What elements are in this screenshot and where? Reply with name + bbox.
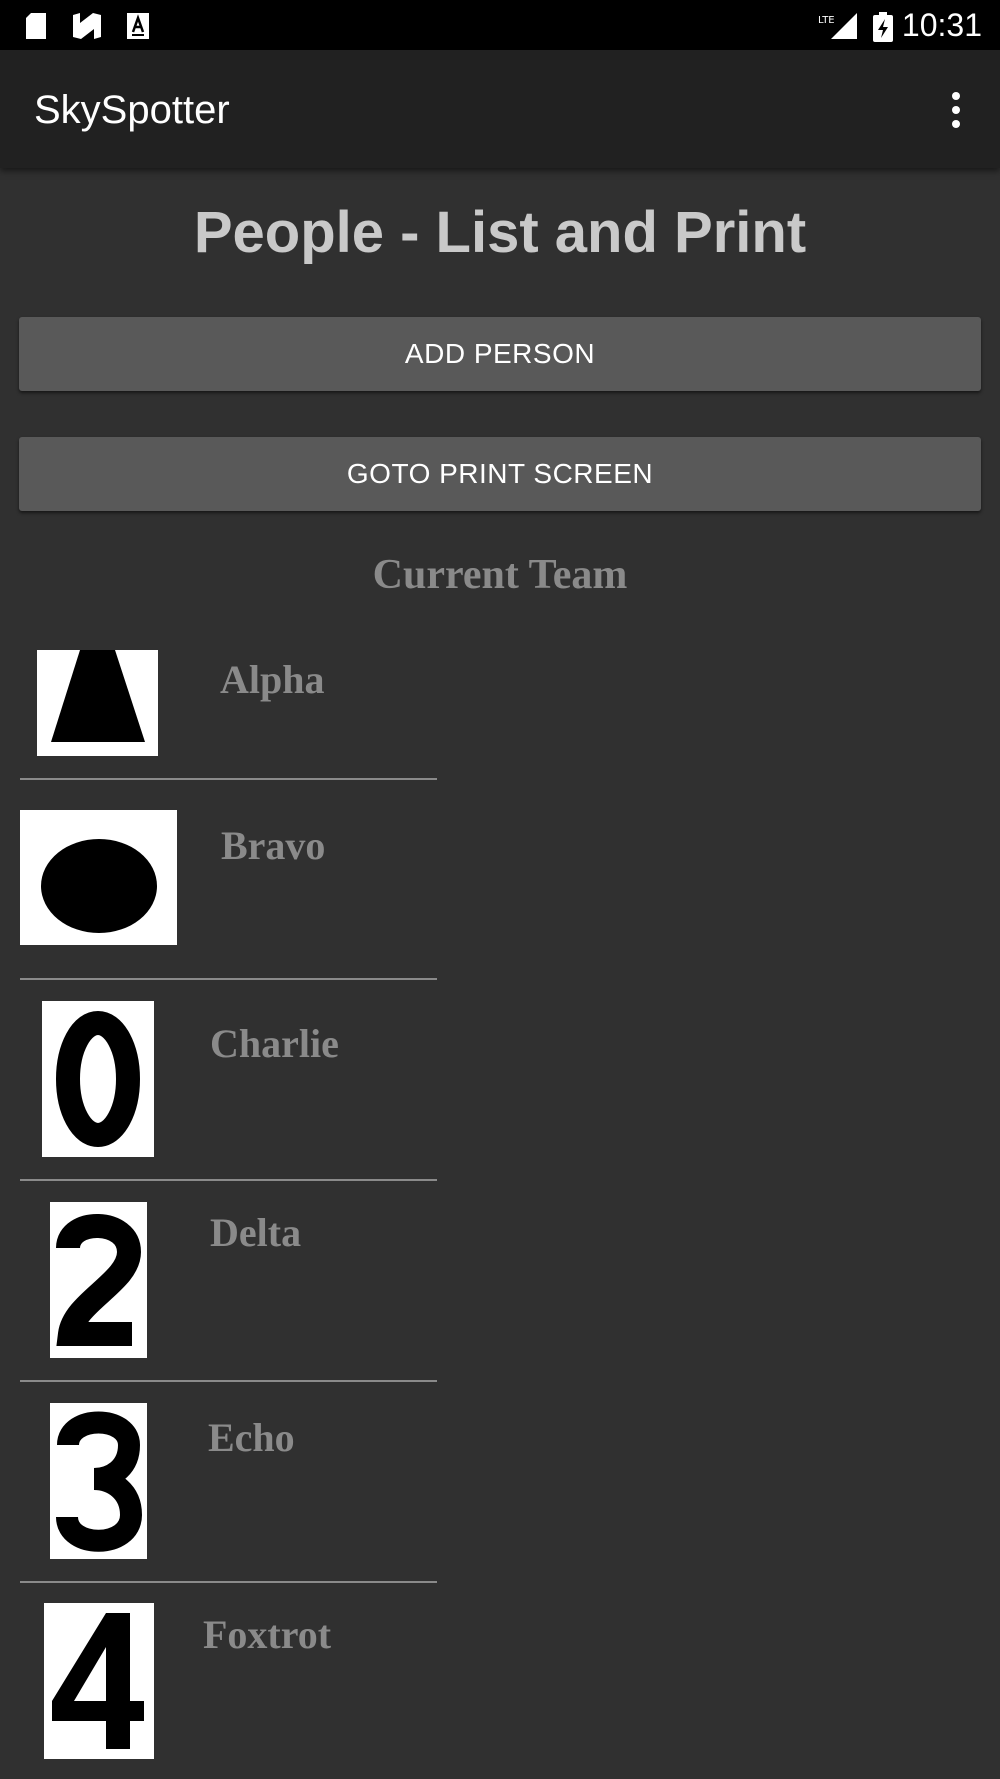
section-title: Current Team	[372, 552, 628, 598]
status-time: 10:31	[901, 7, 982, 43]
digit-0-icon	[42, 1001, 154, 1157]
overflow-menu-icon[interactable]	[932, 86, 980, 134]
person-name: Bravo	[221, 823, 326, 868]
list-item[interactable]: Charlie	[20, 980, 437, 1181]
svg-text:LTE: LTE	[818, 15, 835, 26]
app-title: SkySpotter	[34, 88, 230, 132]
list-item[interactable]: Alpha	[20, 630, 437, 780]
a-notification-icon	[127, 13, 149, 39]
sd-card-icon	[26, 13, 46, 39]
list-item[interactable]: Delta	[20, 1181, 437, 1382]
digit-4-icon	[44, 1603, 154, 1759]
team-list: Alpha Bravo Charlie Delta Echo Foxtrot	[20, 630, 437, 1779]
list-item[interactable]: Foxtrot	[20, 1583, 437, 1779]
list-item[interactable]: Echo	[20, 1382, 437, 1583]
goto-print-screen-button[interactable]: GOTO PRINT SCREEN	[19, 437, 981, 511]
person-name: Delta	[210, 1210, 302, 1255]
person-name: Alpha	[220, 657, 325, 702]
page-title: People - List and Print	[193, 200, 807, 265]
battery-charging-icon	[873, 12, 893, 42]
digit-3-icon	[50, 1403, 147, 1559]
list-item[interactable]: Bravo	[20, 780, 437, 980]
person-name: Echo	[208, 1415, 295, 1460]
ellipse-icon	[20, 810, 177, 945]
trapezoid-icon	[37, 650, 158, 756]
person-name: Charlie	[210, 1021, 339, 1066]
n-notification-icon	[73, 13, 101, 39]
add-person-button[interactable]: ADD PERSON	[19, 317, 981, 391]
app-bar: SkySpotter	[0, 50, 1000, 168]
status-bar: LTE 10:31	[0, 0, 1000, 50]
digit-2-icon	[50, 1202, 147, 1358]
person-name: Foxtrot	[203, 1612, 332, 1657]
lte-signal-icon: LTE	[818, 13, 857, 39]
